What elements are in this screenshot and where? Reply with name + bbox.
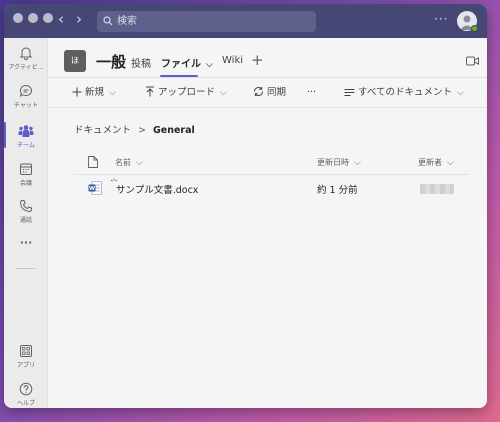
rail-item-label: 会議 (19, 180, 32, 187)
file-name[interactable]: サンプル文書.docx (116, 182, 198, 196)
teams-window: ‹ › 検索 ··· アクティビ... チャット チーム 会議 通話 ··· ア… (4, 4, 487, 408)
tab-posts[interactable]: 投稿 (131, 55, 151, 70)
close-window-button[interactable] (13, 13, 23, 23)
help-icon (19, 382, 33, 396)
teams-icon (18, 125, 34, 137)
sync-button-label: 同期 (267, 87, 287, 98)
new-button[interactable]: 新規 ⌵ (72, 78, 116, 108)
forward-arrow-icon[interactable]: › (76, 10, 82, 28)
bell-icon (19, 47, 33, 60)
file-list-header: 名前 ⌵ 更新日時 ⌵ 更新者 ⌵ (48, 152, 487, 174)
chevron-down-icon: ⌵ (354, 158, 361, 168)
chevron-down-icon: ⌵ (206, 60, 213, 70)
files-toolbar: 新規 ⌵ アップロード ⌵ 同期 ··· すべてのドキュメント ⌵ (48, 78, 487, 108)
file-modified-by-redacted (420, 184, 454, 194)
file-type-icon[interactable] (88, 156, 98, 168)
presence-status-badge (471, 25, 478, 32)
channel-header: ほ 一般 投稿 ファイル ⌵ Wiki + (48, 38, 487, 78)
view-selector-label: すべてのドキュメント (358, 87, 452, 98)
upload-button-label: アップロード (158, 87, 216, 98)
new-button-label: 新規 (85, 87, 105, 98)
add-tab-button[interactable]: + (251, 51, 264, 69)
rail-item-label: チーム (17, 142, 35, 149)
file-modified: 約 1 分前 (317, 185, 358, 196)
column-header-modified[interactable]: 更新日時 ⌵ (317, 157, 361, 168)
more-icon: ··· (19, 236, 33, 249)
table-row[interactable]: W サンプル文書.docx 約 1 分前 (48, 175, 487, 203)
video-meet-icon[interactable] (466, 56, 479, 66)
tab-files[interactable]: ファイル ⌵ (161, 55, 213, 70)
main-content: ほ 一般 投稿 ファイル ⌵ Wiki + 新規 ⌵ アップロード ⌵ 同期 ··· (48, 38, 487, 408)
svg-text:W: W (89, 186, 95, 192)
chevron-down-icon: ⌵ (136, 158, 143, 168)
chevron-down-icon: ⌵ (109, 88, 116, 98)
search-input[interactable]: 検索 (97, 11, 316, 32)
upload-icon (146, 86, 154, 97)
calendar-icon (20, 163, 32, 175)
word-file-icon: W (88, 181, 102, 195)
view-selector[interactable]: すべてのドキュメント ⌵ (344, 78, 464, 108)
column-header-modified-by-label: 更新者 (418, 158, 442, 167)
breadcrumb-current: General (152, 125, 195, 136)
rail-item-label: アクティビ... (8, 64, 44, 71)
tab-wiki[interactable]: Wiki (222, 55, 243, 66)
tab-files-label: ファイル (161, 59, 201, 70)
rail-item-calendar[interactable]: 会議 (4, 162, 48, 187)
team-avatar: ほ (64, 50, 86, 72)
rail-item-activity[interactable]: アクティビ... (4, 46, 48, 71)
column-header-name[interactable]: 名前 ⌵ (115, 157, 143, 168)
sync-icon (254, 87, 263, 96)
chevron-right-icon: > (138, 125, 146, 136)
phone-icon (19, 200, 32, 213)
title-bar: ‹ › 検索 ··· (4, 4, 487, 38)
rail-item-teams[interactable]: チーム (4, 124, 48, 149)
app-rail: アクティビ... チャット チーム 会議 通話 ··· アプリ ヘルプ (4, 38, 48, 408)
breadcrumb-root[interactable]: ドキュメント (74, 125, 131, 136)
chat-icon (19, 84, 32, 98)
rail-item-label: 通話 (19, 217, 32, 224)
rail-item-chat[interactable]: チャット (4, 84, 48, 109)
toolbar-more-button[interactable]: ··· (307, 78, 316, 108)
column-header-modified-label: 更新日時 (317, 158, 349, 167)
active-tab-indicator (160, 75, 198, 77)
chevron-down-icon: ⌵ (447, 158, 454, 168)
apps-icon (20, 345, 32, 357)
settings-more-button[interactable]: ··· (434, 12, 448, 26)
minimize-window-button[interactable] (28, 13, 38, 23)
search-icon (103, 16, 113, 26)
column-header-modified-by[interactable]: 更新者 ⌵ (418, 157, 454, 168)
rail-item-label: チャット (14, 102, 38, 109)
rail-item-apps[interactable]: アプリ (4, 344, 48, 369)
upload-button[interactable]: アップロード ⌵ (145, 78, 227, 108)
rail-item-calls[interactable]: 通話 (4, 199, 48, 224)
rail-item-help[interactable]: ヘルプ (4, 382, 48, 407)
plus-icon (72, 87, 82, 97)
rail-divider (16, 268, 36, 269)
rail-item-label: ヘルプ (16, 400, 35, 407)
search-placeholder: 検索 (117, 16, 137, 27)
sync-button[interactable]: 同期 (253, 78, 286, 108)
list-view-icon (344, 89, 355, 96)
rail-more-button[interactable]: ··· (4, 236, 48, 249)
zoom-window-button[interactable] (43, 13, 53, 23)
channel-title: 一般 (96, 53, 127, 71)
chevron-down-icon: ⌵ (220, 88, 227, 98)
rail-item-label: アプリ (16, 362, 35, 369)
chevron-down-icon: ⌵ (457, 88, 464, 98)
back-arrow-icon[interactable]: ‹ (58, 10, 64, 28)
column-header-name-label: 名前 (115, 158, 131, 167)
breadcrumb: ドキュメント > General (74, 122, 195, 136)
